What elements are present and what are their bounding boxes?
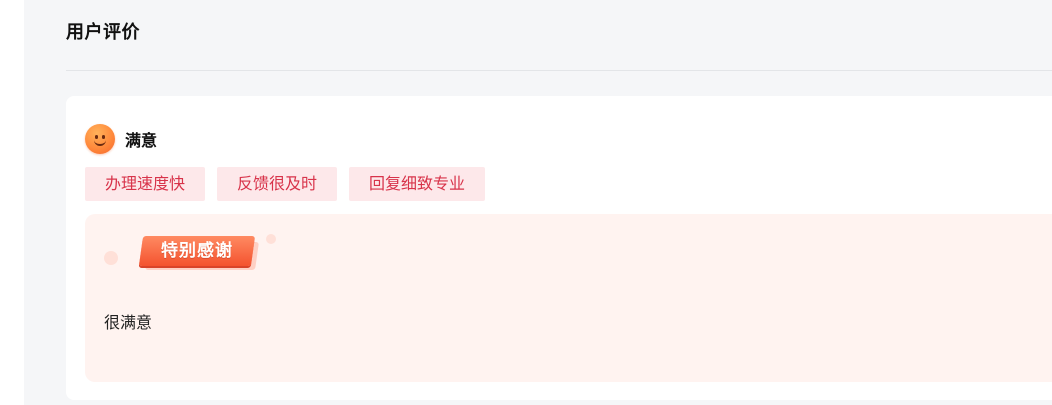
- review-tag: 反馈很及时: [217, 167, 338, 201]
- review-tag: 回复细致专业: [349, 167, 486, 201]
- review-tag: 办理速度快: [85, 167, 206, 201]
- rating-label: 满意: [125, 131, 158, 150]
- rating-row: 满意: [85, 123, 157, 155]
- smile-mouth: [94, 138, 106, 146]
- decorative-bubble: [266, 234, 276, 244]
- special-thanks-badge: 特别感谢: [138, 236, 259, 272]
- review-card: 满意 办理速度快 反馈很及时 回复细致专业 特别感谢 很满意: [66, 96, 1052, 400]
- decorative-bubble: [104, 251, 118, 265]
- badge-text: 特别感谢: [161, 241, 233, 261]
- review-comment: 很满意: [104, 313, 153, 332]
- section-divider: [66, 70, 1052, 71]
- section-title: 用户评价: [66, 22, 140, 43]
- smile-face-icon: [85, 124, 115, 154]
- user-review-page: 用户评价 满意 办理速度快 反馈很及时 回复细致专业 特别感谢 很满意: [24, 0, 1052, 405]
- special-thanks-box: 特别感谢 很满意: [85, 214, 1052, 382]
- review-tags: 办理速度快 反馈很及时 回复细致专业: [85, 167, 497, 201]
